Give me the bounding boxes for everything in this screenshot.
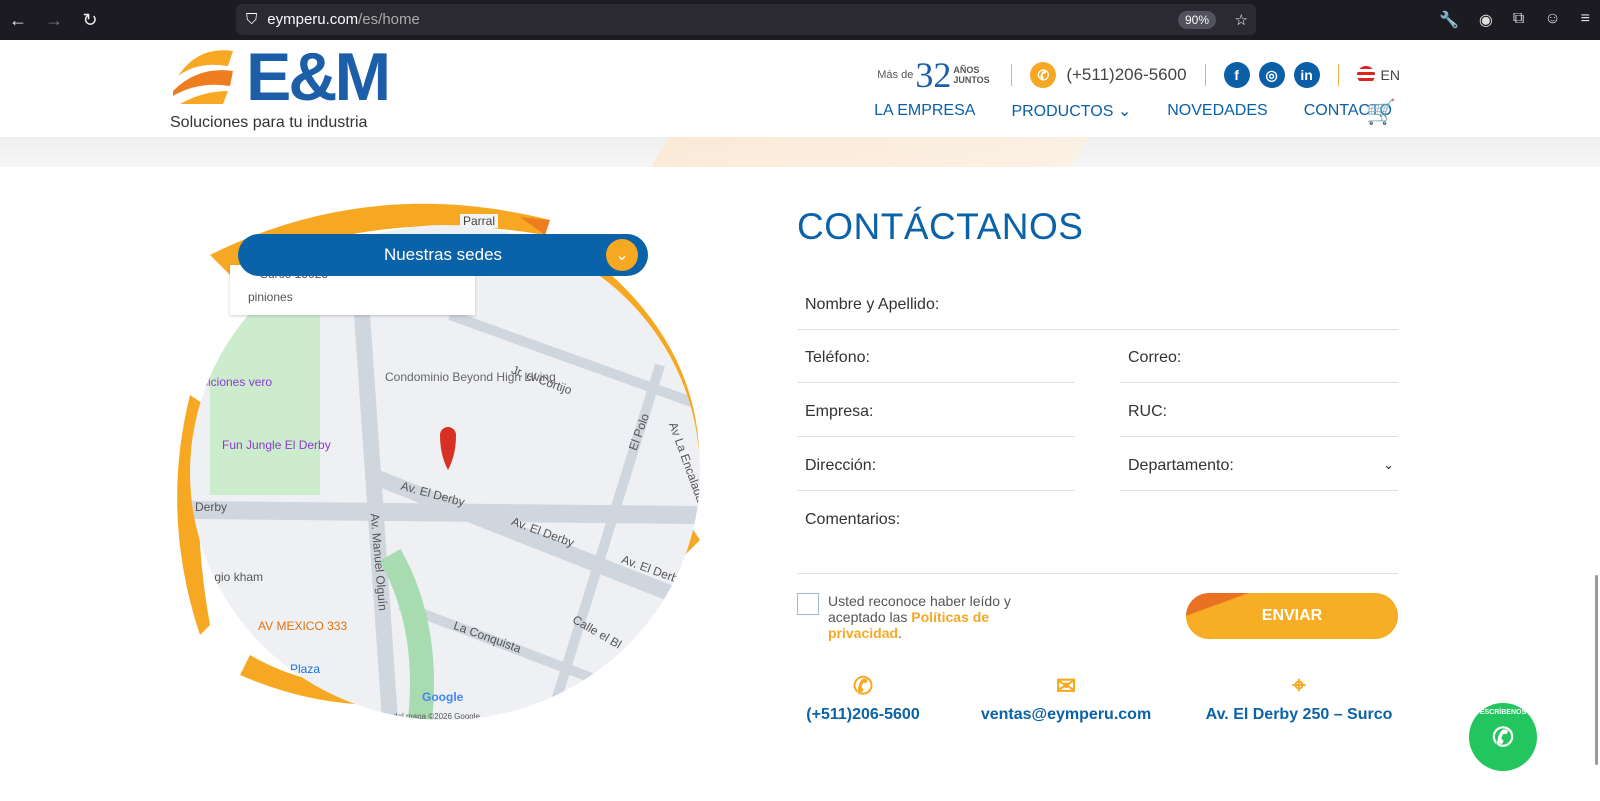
url-path: /es/home	[358, 11, 420, 28]
menu-icon[interactable]: ≡	[1581, 10, 1590, 30]
whatsapp-button[interactable]: ESCRÍBENOS ✆	[1469, 703, 1537, 771]
map-section: Jr. el Cortijo Condominio Beyond High Li…	[170, 195, 715, 745]
avatar[interactable]: ☺	[1544, 10, 1560, 30]
map-label: AV MEXICO 333	[258, 619, 348, 633]
page-title: CONTÁCTANOS	[797, 206, 1084, 247]
anniv-suffix: AÑOS JUNTOS	[953, 65, 990, 85]
chevron-down-icon: ⌄	[1117, 103, 1132, 120]
back-icon[interactable]: ←	[0, 10, 36, 31]
phone-icon: ✆	[852, 673, 874, 700]
address-field[interactable]: Dirección:	[797, 457, 1075, 491]
language-switch[interactable]: EN	[1356, 66, 1400, 84]
reload-icon[interactable]: ↻	[72, 10, 108, 31]
phone-field[interactable]: Teléfono:	[797, 349, 1075, 383]
comments-textarea[interactable]: Comentarios:	[797, 511, 1398, 574]
consent-text: Usted reconoce haber leído y aceptado la…	[828, 593, 1028, 641]
map-label: Condominio Beyond High Living	[385, 370, 556, 384]
bookmark-star-icon[interactable]: ☆	[1235, 11, 1248, 29]
consent-checkbox[interactable]	[797, 593, 819, 615]
instagram-icon[interactable]: ◎	[1258, 62, 1285, 88]
contact-phone-text: (+511)206-5600	[806, 706, 920, 723]
decorative-band	[0, 137, 1600, 167]
location-pin-icon: ⌖	[1292, 672, 1306, 699]
whatsapp-icon: ✆	[1492, 721, 1514, 752]
phone-icon: ✆	[1030, 62, 1057, 88]
contact-form: CONTÁCTANOS	[797, 200, 1398, 248]
company-field[interactable]: Empresa:	[797, 403, 1075, 437]
divider	[1011, 64, 1013, 86]
brand-name: E&M	[246, 39, 391, 115]
anniversary-badge: Más de 32 AÑOS JUNTOS	[877, 54, 993, 96]
chevron-down-icon: ⌄	[606, 239, 638, 271]
email-field[interactable]: Correo:	[1120, 349, 1398, 383]
main-nav: LA EMPRESA PRODUCTOS ⌄ NOVEDADES CONTACT…	[874, 101, 1392, 121]
wrench-icon[interactable]: 🔧	[1439, 10, 1459, 30]
map-label: Fun Jungle El Derby	[222, 438, 331, 452]
anniv-prefix: Más de	[877, 69, 914, 81]
site-header: E&M Soluciones para tu industria Más de …	[0, 40, 1600, 137]
map-label: Derby	[195, 500, 228, 514]
submit-button[interactable]: ENVIAR	[1186, 593, 1398, 639]
url-host: eymperu.com	[267, 11, 359, 28]
nav-la-empresa[interactable]: LA EMPRESA	[874, 102, 975, 120]
contact-phone[interactable]: ✆ (+511)206-5600	[797, 672, 929, 724]
us-flag-icon	[1356, 66, 1375, 84]
logo[interactable]: E&M Soluciones para tu industria	[168, 43, 391, 131]
place-card-reviews[interactable]: piniones	[248, 290, 293, 304]
sedes-dropdown[interactable]: Nuestras sedes ⌄	[238, 234, 648, 276]
chevron-down-icon: ⌄	[1383, 457, 1394, 472]
map-label-parral: Parral	[460, 214, 499, 228]
whatsapp-label: ESCRÍBENOS	[1479, 709, 1527, 716]
scrollbar[interactable]	[1595, 575, 1598, 765]
logo-swirl-icon	[173, 50, 233, 104]
facebook-icon[interactable]: f	[1223, 62, 1250, 88]
map-label: siciones vero	[202, 375, 273, 389]
shield-icon: ⛉	[246, 11, 258, 28]
ruc-field[interactable]: RUC:	[1120, 403, 1398, 437]
phone-number: (+511)206-5600	[1066, 65, 1187, 84]
browser-toolbar: ← → ↻ ⛉ eymperu.com/es/home 90% ☆ 🔧 ◉ ⧉ ☺ ≡	[0, 0, 1600, 40]
language-label: EN	[1380, 67, 1400, 83]
sedes-label: Nuestras sedes	[383, 245, 503, 264]
contact-email[interactable]: ✉ ventas@eymperu.com	[975, 672, 1157, 724]
department-label: Departamento:	[1128, 457, 1234, 474]
nav-label: PRODUCTOS	[1011, 103, 1114, 120]
linkedin-icon[interactable]: in	[1293, 62, 1320, 88]
cart-icon[interactable]: 🛒	[1366, 98, 1396, 127]
divider	[1204, 64, 1206, 86]
divider	[1337, 64, 1339, 86]
zoom-level[interactable]: 90%	[1177, 10, 1216, 29]
forward-icon[interactable]: →	[36, 10, 72, 31]
header-phone[interactable]: ✆ (+511)206-5600	[1030, 62, 1187, 88]
anniv-number: 32	[915, 55, 952, 95]
map-label: legio kham	[205, 570, 264, 584]
google-logo: Google	[422, 690, 464, 704]
contact-address-text: Av. El Derby 250 – Surco	[1205, 706, 1393, 723]
consent-end: .	[898, 625, 902, 641]
account-icon[interactable]: ◉	[1479, 10, 1493, 30]
nav-novedades[interactable]: NOVEDADES	[1167, 102, 1267, 120]
department-select[interactable]: Departamento: ⌄	[1120, 457, 1398, 491]
map-attribution: Datos del mapa ©2026 Google	[370, 712, 480, 720]
map-label: Plaza	[290, 662, 321, 676]
tagline: Soluciones para tu industria	[170, 114, 368, 131]
contact-email-text: ventas@eymperu.com	[980, 706, 1152, 723]
contact-address[interactable]: ⌖ Av. El Derby 250 – Surco	[1200, 672, 1398, 724]
address-bar[interactable]: ⛉ eymperu.com/es/home 90% ☆	[236, 4, 1256, 35]
mail-icon: ✉	[1055, 673, 1077, 700]
nav-productos[interactable]: PRODUCTOS ⌄	[1011, 101, 1131, 121]
name-field[interactable]: Nombre y Apellido:	[797, 296, 1398, 330]
extensions-icon[interactable]: ⧉	[1513, 10, 1524, 30]
